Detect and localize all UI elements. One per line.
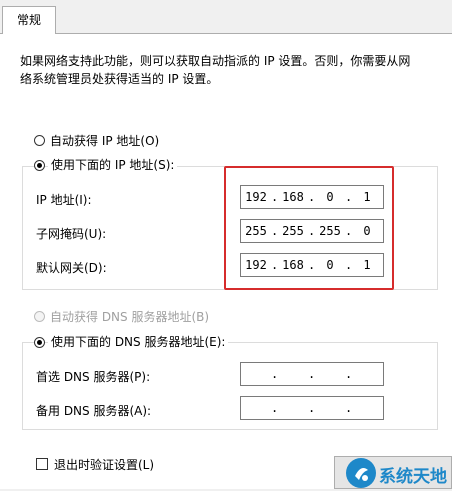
watermark-text: 系统天地	[379, 467, 447, 487]
tab-general[interactable]: 常规	[2, 6, 56, 34]
manual-ip-label[interactable]: 使用下面的 IP 地址(S):	[48, 156, 178, 173]
auto-dns-label: 自动获得 DNS 服务器地址(B)	[50, 310, 210, 324]
ip-address-input[interactable]: 192. 168. 0. 1	[240, 185, 384, 209]
manual-dns-radio[interactable]	[34, 337, 45, 348]
default-gateway-label: 默认网关(D):	[36, 261, 107, 275]
auto-ip-label[interactable]: 自动获得 IP 地址(O)	[50, 132, 159, 149]
alternate-dns-input[interactable]: . . .	[240, 396, 384, 420]
subnet-mask-label: 子网掩码(U):	[36, 227, 107, 241]
alternate-dns-label: 备用 DNS 服务器(A):	[36, 404, 152, 418]
subnet-mask-input[interactable]: 255. 255. 255. 0	[240, 219, 384, 243]
watermark-logo-icon	[346, 458, 376, 488]
ip-address-label: IP 地址(I):	[36, 193, 92, 207]
default-gateway-input[interactable]: 192. 168. 0. 1	[240, 253, 384, 277]
preferred-dns-label: 首选 DNS 服务器(P):	[36, 370, 151, 384]
preferred-dns-input[interactable]: . . .	[240, 362, 384, 386]
manual-dns-label[interactable]: 使用下面的 DNS 服务器地址(E):	[48, 333, 229, 350]
manual-ip-radio[interactable]	[34, 160, 45, 171]
validate-label[interactable]: 退出时验证设置(L)	[54, 456, 154, 473]
auto-dns-radio[interactable]	[34, 311, 45, 322]
auto-ip-radio[interactable]	[34, 135, 45, 146]
description-text: 如果网络支持此功能，则可以获取自动指派的 IP 设置。否则，你需要从网络系统管理…	[20, 54, 411, 86]
validate-checkbox[interactable]	[36, 458, 48, 470]
